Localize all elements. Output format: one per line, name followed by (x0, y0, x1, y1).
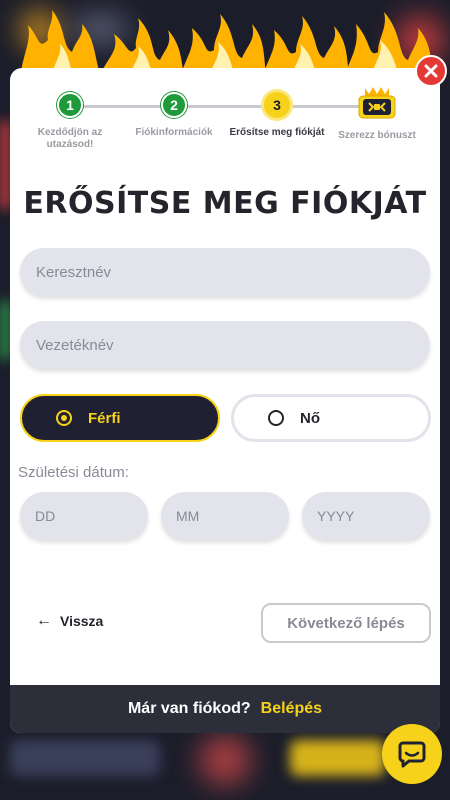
step-4-label: Szerezz bónuszt (338, 130, 416, 141)
step-3-badge: 3 (264, 92, 290, 118)
radio-checked-icon (56, 410, 72, 426)
radio-unchecked-icon (268, 410, 284, 426)
gender-female-option[interactable]: Nő (231, 394, 431, 442)
arrow-left-icon: ← (36, 612, 52, 629)
next-step-button[interactable]: Következő lépés (261, 603, 431, 643)
step-1: 1 Kezdődjön az utazásod! (20, 90, 120, 151)
step-1-badge: 1 (57, 92, 83, 118)
gender-male-label: Férfi (88, 409, 121, 427)
registration-modal: 1 Kezdődjön az utazásod! 2 Fiókinformáci… (10, 68, 440, 733)
dob-year-input[interactable] (302, 492, 430, 540)
step-2: 2 Fiókinformációk (124, 90, 224, 139)
gender-male-option[interactable]: Férfi (20, 394, 220, 442)
step-1-label: Kezdődjön az utazásod! (37, 127, 103, 150)
page-title: ERŐSÍTSE MEG FIÓKJÁT (23, 186, 427, 221)
back-button[interactable]: ← Vissza (36, 612, 103, 630)
last-name-input[interactable] (20, 321, 430, 369)
gender-female-label: Nő (300, 409, 320, 427)
chat-button[interactable] (382, 724, 442, 784)
first-name-input[interactable] (20, 248, 430, 296)
step-2-label: Fiókinformációk (135, 127, 213, 138)
login-footer: Már van fiókod? Belépés (10, 685, 440, 733)
dob-day-input[interactable] (20, 492, 148, 540)
back-label: Vissza (60, 613, 104, 629)
close-button[interactable] (415, 55, 447, 87)
dob-label: Születési dátum: (18, 464, 129, 481)
registration-stepper: 1 Kezdődjön az utazásod! 2 Fiókinformáci… (10, 87, 440, 170)
step-2-badge: 2 (161, 92, 187, 118)
step-4: Szerezz bónuszt (327, 87, 427, 142)
step-3: 3 Erősítse meg fiókját (227, 90, 327, 139)
treasure-chest-icon (358, 87, 396, 119)
login-link[interactable]: Belépés (261, 700, 322, 718)
chat-icon (398, 741, 426, 768)
footer-text: Már van fiókod? (127, 700, 251, 717)
step-3-label: Erősítse meg fiókját (229, 127, 325, 138)
close-icon (424, 64, 438, 78)
dob-month-input[interactable] (161, 492, 289, 540)
